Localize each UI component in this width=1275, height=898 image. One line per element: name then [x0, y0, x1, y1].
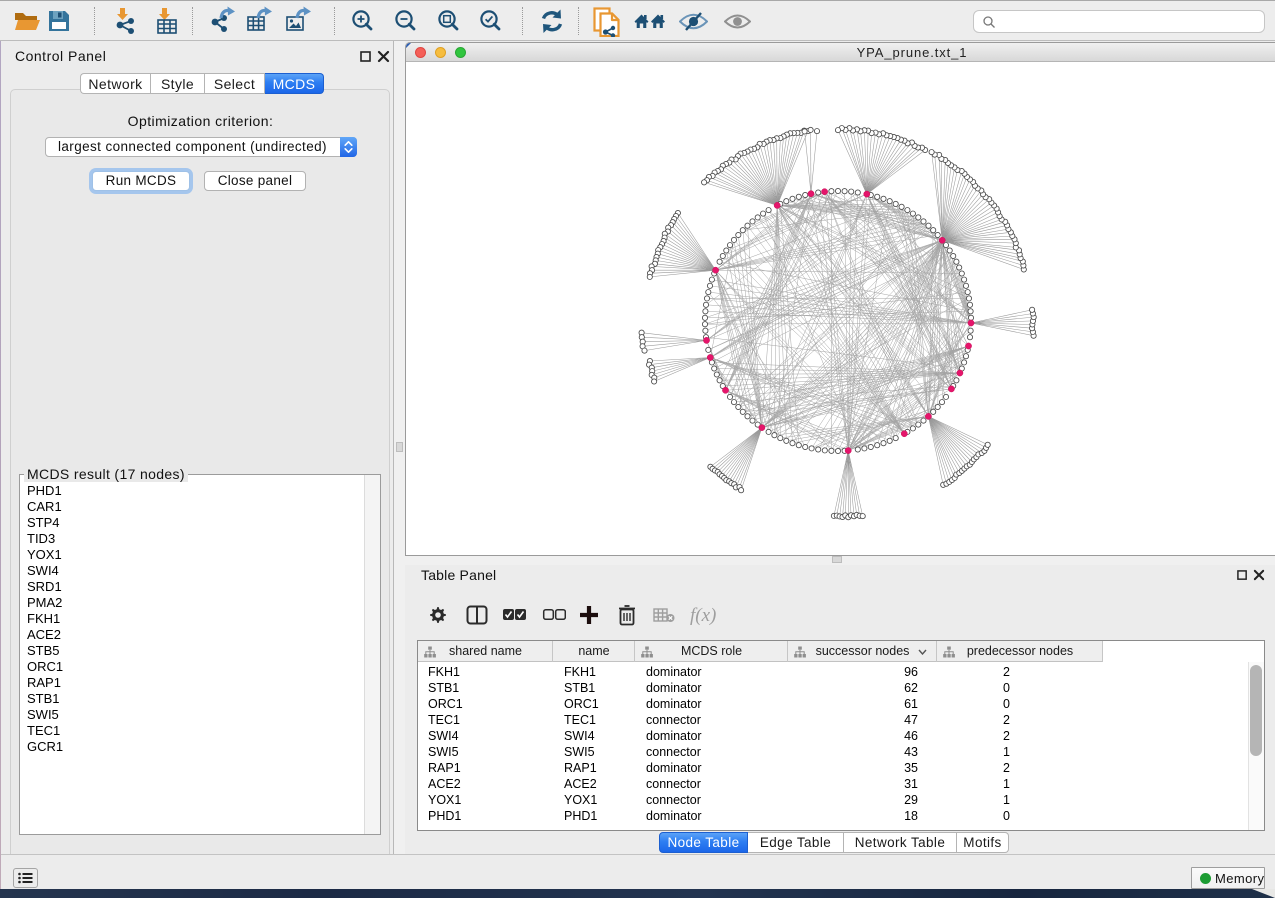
svg-text:f(x): f(x) — [690, 605, 716, 626]
